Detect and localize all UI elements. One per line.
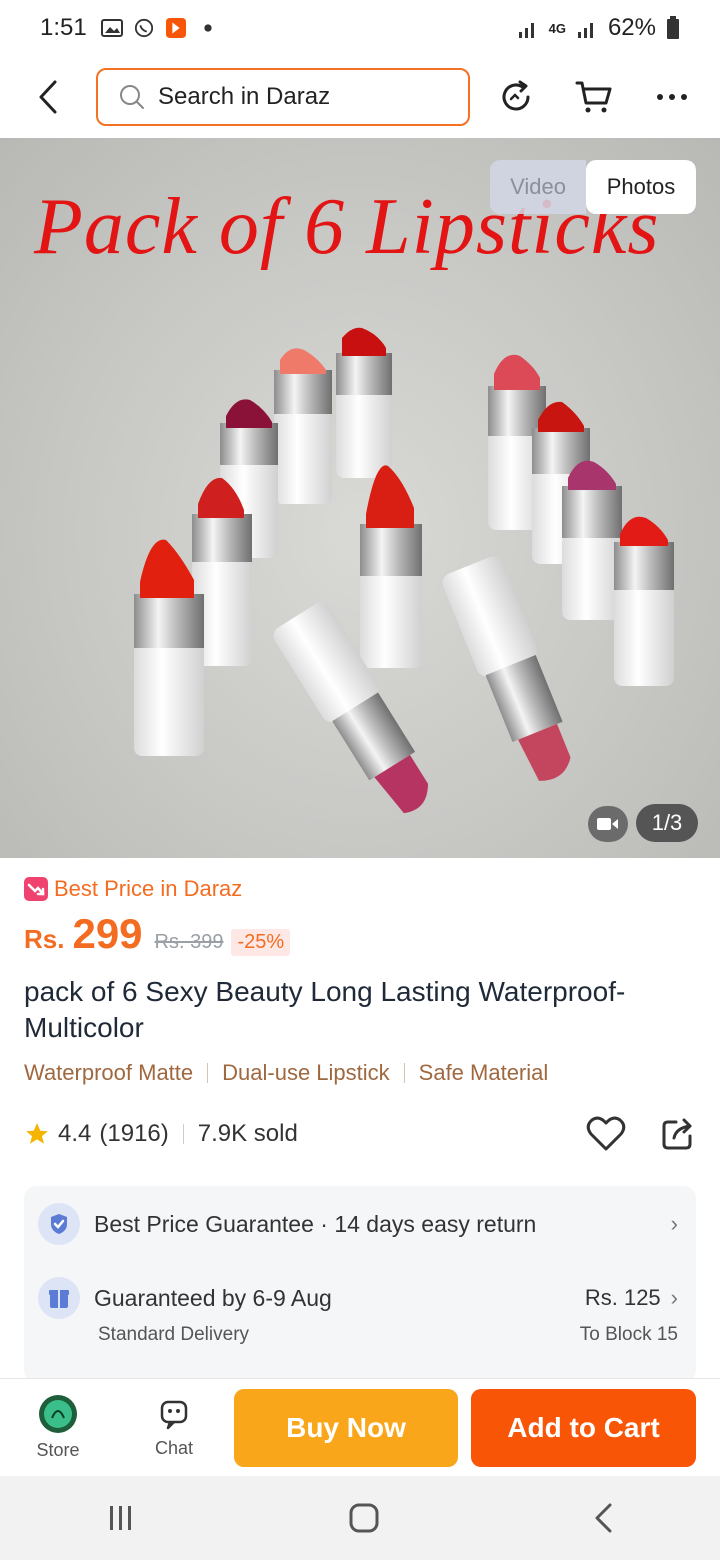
trend-down-icon	[24, 877, 48, 901]
top-nav-actions	[488, 69, 700, 125]
status-time: 1:51	[40, 14, 87, 41]
share-icon[interactable]	[660, 1116, 696, 1152]
back-icon[interactable]	[592, 1502, 614, 1534]
back-button[interactable]	[20, 69, 76, 125]
sold-count: 7.9K sold	[197, 1120, 298, 1147]
rating-row: 4.4 (1916) 7.9K sold	[24, 1114, 696, 1154]
delivery-price: Rs. 125	[584, 1285, 661, 1310]
chat-label: Chat	[154, 1438, 194, 1458]
dot-icon	[204, 24, 212, 32]
star-icon	[26, 1123, 48, 1144]
signal-icon-2	[577, 23, 593, 38]
guarantee-row[interactable]: Best Price Guarantee · 14 days easy retu…	[38, 1203, 678, 1245]
more-dots-icon	[657, 94, 687, 100]
refresh-arrow-icon	[502, 80, 530, 111]
cart-icon	[575, 81, 612, 113]
tag-item: Waterproof Matte	[24, 1060, 194, 1085]
rating-divider	[182, 1124, 184, 1144]
system-nav-bar	[0, 1476, 720, 1560]
add-to-cart-button[interactable]: Add to Cart	[471, 1389, 696, 1467]
chat-bot-icon	[160, 1400, 188, 1430]
lipstick	[562, 460, 622, 620]
delivery-row[interactable]: Guaranteed by 6-9 Aug Rs. 125 ›	[38, 1277, 678, 1319]
product-actions	[586, 1116, 696, 1152]
network-type: 4G	[548, 20, 566, 36]
price-currency: Rs.	[24, 924, 65, 954]
media-toggle: Video Photos	[490, 160, 696, 214]
heart-icon[interactable]	[586, 1116, 626, 1152]
tag-item: Safe Material	[418, 1060, 549, 1085]
tag-item: Dual-use Lipstick	[222, 1060, 390, 1085]
tab-video[interactable]: Video	[490, 160, 586, 214]
home-icon[interactable]	[348, 1502, 380, 1534]
lipstick	[274, 348, 332, 504]
store-label: Store	[36, 1440, 80, 1460]
recent-apps-icon[interactable]	[106, 1504, 136, 1532]
tab-photos[interactable]: Photos	[586, 160, 696, 214]
video-camera-icon	[597, 818, 618, 830]
product-title: pack of 6 Sexy Beauty Long Lasting Water…	[24, 976, 626, 1043]
lipstick	[360, 465, 422, 668]
more-button[interactable]	[644, 69, 700, 125]
battery-level: 62%	[607, 14, 656, 41]
discount-badge: -25%	[231, 929, 291, 956]
shield-check-icon	[38, 1203, 80, 1245]
chevron-right-icon: ›	[670, 1285, 678, 1310]
delivery-date: Guaranteed by 6-9 Aug	[94, 1284, 332, 1311]
rating-value[interactable]: 4.4	[58, 1120, 91, 1148]
search-input[interactable]: Search in Daraz	[96, 68, 470, 126]
delivery-fee: Rs. 125 ›	[585, 1285, 678, 1311]
lipstick	[614, 516, 674, 686]
gallery-icon	[100, 19, 123, 37]
best-price-label: Best Price in Daraz	[54, 876, 243, 901]
signal-icon	[518, 23, 534, 38]
tag-divider	[403, 1063, 405, 1083]
price-current: 299	[72, 910, 143, 957]
delivery-type: Standard Delivery	[98, 1324, 250, 1345]
chat-button[interactable]: Chat	[116, 1396, 232, 1459]
whatsapp-icon	[134, 18, 153, 38]
product-image-gallery[interactable]: Pack of 6 Lipsticks Video Photos 1/3	[0, 138, 720, 858]
delivery-box-icon	[38, 1277, 80, 1319]
status-notification-icons	[100, 18, 219, 38]
best-price-badge: Best Price in Daraz	[24, 876, 242, 902]
share-refresh-button[interactable]	[488, 69, 544, 125]
chevron-left-icon	[39, 80, 57, 114]
delivery-location[interactable]: To Block 15	[580, 1324, 678, 1346]
image-page-counter: 1/3	[636, 804, 698, 842]
tag-divider	[207, 1063, 209, 1083]
top-nav: Search in Daraz	[0, 56, 720, 138]
daraz-app-icon	[165, 18, 186, 38]
price-row: Rs. 299 Rs. 399 -25%	[24, 910, 291, 958]
rating-count[interactable]: (1916)	[99, 1120, 168, 1148]
video-button[interactable]	[588, 806, 628, 842]
chevron-right-icon: ›	[670, 1211, 678, 1236]
cart-button[interactable]	[566, 69, 622, 125]
store-button[interactable]: Store	[0, 1394, 116, 1461]
price-original: Rs. 399	[154, 931, 224, 953]
search-placeholder: Search in Daraz	[158, 83, 331, 110]
store-logo-icon	[39, 1395, 77, 1433]
service-info-card: Best Price Guarantee · 14 days easy retu…	[24, 1186, 696, 1382]
lipstick	[336, 327, 392, 478]
status-right: 4G 62%	[517, 14, 680, 42]
bottom-action-bar: Store Chat Buy Now Add to Cart	[0, 1378, 720, 1476]
status-bar: 1:51 4G 62%	[0, 0, 720, 56]
guarantee-text: Best Price Guarantee · 14 days easy retu…	[94, 1210, 537, 1237]
battery-icon	[667, 16, 679, 39]
product-tags: Waterproof Matte Dual-use Lipstick Safe …	[24, 1060, 548, 1086]
search-icon	[120, 85, 144, 109]
buy-now-button[interactable]: Buy Now	[234, 1389, 458, 1467]
